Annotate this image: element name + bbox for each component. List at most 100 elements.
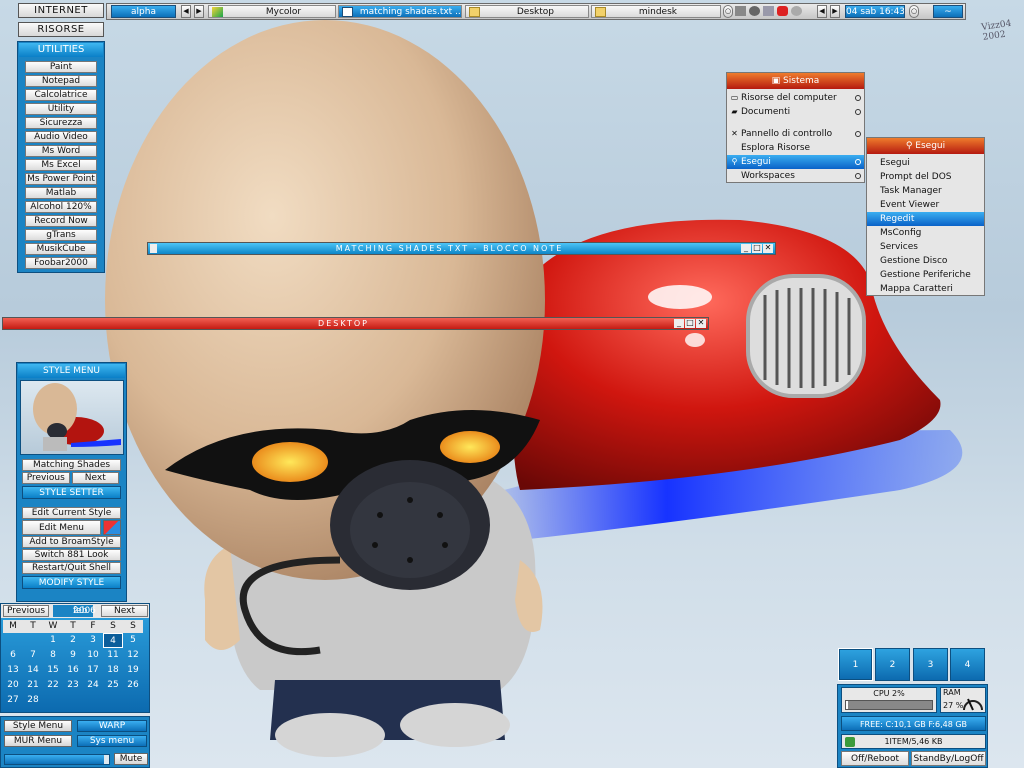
maximize-button[interactable]: □: [685, 319, 695, 328]
utility-item[interactable]: Notepad: [25, 75, 97, 87]
calendar-day[interactable]: 7: [23, 648, 43, 663]
speaker-icon[interactable]: [790, 5, 802, 16]
calendar-day[interactable]: 13: [3, 663, 23, 678]
menu-item-esplora[interactable]: Esplora Risorse: [727, 141, 864, 155]
recycle-bin-box[interactable]: 1ITEM/5,46 KB: [841, 734, 986, 749]
utility-item[interactable]: Alcohol 120%: [25, 201, 97, 213]
calendar-day[interactable]: 23: [63, 678, 83, 693]
calendar-previous-button[interactable]: Previous: [3, 605, 49, 617]
calendar-day[interactable]: 19: [123, 663, 143, 678]
calendar-day[interactable]: 1: [43, 633, 63, 648]
menu-item[interactable]: Task Manager: [867, 184, 984, 198]
calendar-day[interactable]: 14: [23, 663, 43, 678]
workspace-prev-button[interactable]: ◀: [181, 5, 191, 18]
style-menu-button[interactable]: Style Menu: [4, 720, 72, 732]
utility-item[interactable]: Calcolatrice: [25, 89, 97, 101]
settings-icon[interactable]: [748, 5, 760, 16]
close-button[interactable]: ✕: [763, 244, 773, 253]
utility-item[interactable]: Ms Excel: [25, 159, 97, 171]
workspace-4-button[interactable]: 4: [950, 648, 985, 681]
edit-menu-button[interactable]: Edit Menu: [22, 520, 101, 535]
calendar-day[interactable]: 24: [83, 678, 103, 693]
workspace-3-button[interactable]: 3: [913, 648, 948, 681]
utility-item[interactable]: Paint: [25, 61, 97, 73]
standby-logoff-button[interactable]: StandBy/LogOff: [911, 751, 986, 766]
sys-menu-button[interactable]: Sys menu: [77, 735, 147, 747]
calendar-day[interactable]: 11: [103, 648, 123, 663]
desktop-window-bar[interactable]: DESKTOP _ □ ✕: [2, 317, 709, 330]
calendar-day[interactable]: 25: [103, 678, 123, 693]
off-reboot-button[interactable]: Off/Reboot: [841, 751, 909, 766]
calendar-day[interactable]: 8: [43, 648, 63, 663]
style-previous-button[interactable]: Previous: [22, 472, 70, 484]
menu-item[interactable]: Mappa Caratteri: [867, 282, 984, 296]
style-preview-image[interactable]: [19, 380, 124, 455]
menu-item-selected[interactable]: Regedit: [867, 212, 984, 226]
utility-item[interactable]: Ms Word: [25, 145, 97, 157]
calendar-day[interactable]: 21: [23, 678, 43, 693]
utility-item[interactable]: Record Now: [25, 215, 97, 227]
window-menu-icon[interactable]: [150, 244, 157, 253]
menu-item[interactable]: Gestione Disco: [867, 254, 984, 268]
calendar-day[interactable]: 27: [3, 693, 23, 708]
workspace-next-button[interactable]: ▶: [194, 5, 204, 18]
monitor-icon[interactable]: [762, 5, 774, 16]
network-icon[interactable]: [735, 5, 746, 16]
calendar-day[interactable]: 18: [103, 663, 123, 678]
menu-item-workspaces[interactable]: Workspaces: [727, 169, 864, 183]
close-button[interactable]: ✕: [696, 319, 706, 328]
utility-item[interactable]: MusikCube: [25, 243, 97, 255]
calendar-day[interactable]: 5: [123, 633, 143, 648]
restart-quit-shell-button[interactable]: Restart/Quit Shell: [22, 562, 121, 574]
warp-button[interactable]: WARP: [77, 720, 147, 732]
calendar-day[interactable]: 17: [83, 663, 103, 678]
menu-item-risorse[interactable]: ▭ Risorse del computer: [727, 91, 864, 105]
menu-item[interactable]: Esegui: [867, 156, 984, 170]
clock[interactable]: 04 sab 16:43: [845, 5, 905, 18]
workspace-label[interactable]: alpha: [111, 5, 176, 18]
antivirus-icon[interactable]: [776, 5, 788, 16]
calendar-day[interactable]: 3: [83, 633, 103, 648]
menu-item-esegui[interactable]: ⚲ Esegui: [727, 155, 864, 169]
utility-item[interactable]: Ms Power Point: [25, 173, 97, 185]
tray-toggle-button[interactable]: ○: [723, 5, 733, 18]
minimize-button[interactable]: _: [741, 244, 751, 253]
style-setter-header[interactable]: STYLE SETTER: [22, 486, 121, 499]
add-to-broamstyle-button[interactable]: Add to BroamStyle: [22, 536, 121, 548]
switch-look-button[interactable]: Switch 881 Look: [22, 549, 121, 561]
calendar-day[interactable]: 15: [43, 663, 63, 678]
tray-next-button[interactable]: ▶: [830, 5, 840, 18]
internet-button[interactable]: INTERNET: [18, 3, 104, 18]
menu-item[interactable]: Services: [867, 240, 984, 254]
utility-item[interactable]: Foobar2000: [25, 257, 97, 269]
calendar-day[interactable]: 20: [3, 678, 23, 693]
calendar-day[interactable]: 26: [123, 678, 143, 693]
calendar-day[interactable]: 9: [63, 648, 83, 663]
utility-item[interactable]: gTrans: [25, 229, 97, 241]
task-desktop[interactable]: Desktop: [465, 5, 589, 18]
workspace-2-button[interactable]: 2: [875, 648, 910, 681]
calendar-day[interactable]: 28: [23, 693, 43, 708]
calendar-day[interactable]: 4: [103, 633, 123, 648]
workspace-1-button[interactable]: 1: [838, 648, 873, 681]
menu-item-documenti[interactable]: ▰ Documenti: [727, 105, 864, 119]
calendar-day[interactable]: 12: [123, 648, 143, 663]
notepad-window-bar[interactable]: MATCHING SHADES.TXT - BLOCCO NOTE _ □ ✕: [147, 242, 776, 255]
toolbar-extra-button[interactable]: ~: [933, 5, 963, 18]
menu-item[interactable]: Prompt del DOS: [867, 170, 984, 184]
menu-item[interactable]: MsConfig: [867, 226, 984, 240]
maximize-button[interactable]: □: [752, 244, 762, 253]
minimize-button[interactable]: _: [674, 319, 684, 328]
utility-item[interactable]: Audio Video: [25, 131, 97, 143]
style-name-button[interactable]: Matching Shades: [22, 459, 121, 471]
calendar-day[interactable]: 6: [3, 648, 23, 663]
mute-button[interactable]: Mute: [114, 753, 148, 765]
utility-item[interactable]: Utility: [25, 103, 97, 115]
style-next-button[interactable]: Next: [71, 472, 120, 484]
calendar-day[interactable]: 16: [63, 663, 83, 678]
volume-slider[interactable]: [4, 754, 110, 765]
menu-item[interactable]: Gestione Periferiche: [867, 268, 984, 282]
calendar-next-button[interactable]: Next: [101, 605, 148, 617]
windows-logo-icon[interactable]: [103, 520, 121, 535]
menu-item-pannello[interactable]: ✕ Pannello di controllo: [727, 127, 864, 141]
